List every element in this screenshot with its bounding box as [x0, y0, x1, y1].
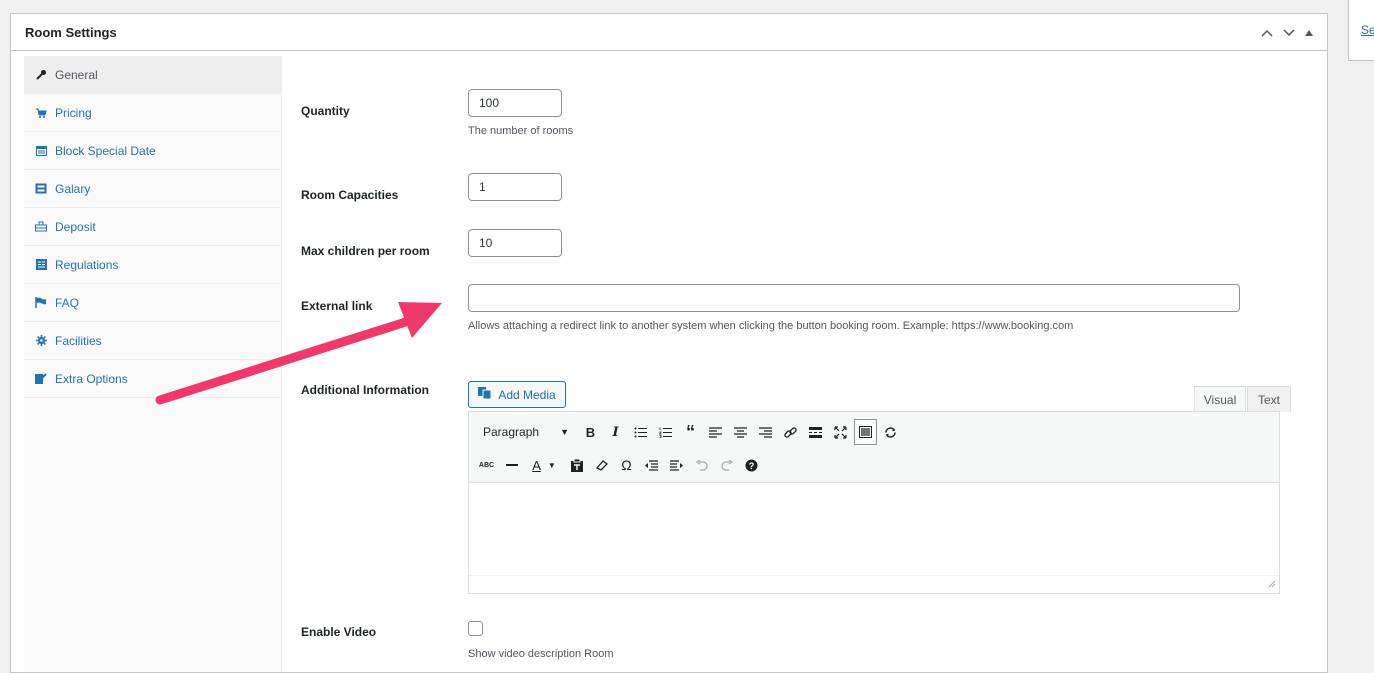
tab-block-special-date[interactable]: Block Special Date [24, 132, 281, 170]
general-settings-content: Quantity 100 The number of rooms Room Ca… [301, 52, 1327, 672]
format-select[interactable]: Paragraph ▼ [475, 419, 575, 445]
read-more-icon[interactable] [804, 419, 827, 445]
fullscreen-icon[interactable] [829, 419, 852, 445]
tab-label: Facilities [55, 333, 102, 348]
strikethrough-icon[interactable]: ABC [475, 452, 498, 478]
resize-handle-icon[interactable] [1268, 576, 1276, 591]
toolbar-toggle-icon[interactable] [854, 419, 877, 445]
room-capacities-input[interactable]: 1 [468, 173, 562, 201]
panel-header: Room Settings [11, 14, 1327, 51]
toolbar-row-2: ABC A ▼ Ω ? [475, 450, 765, 480]
align-right-icon[interactable] [754, 419, 777, 445]
undo-icon[interactable] [690, 452, 713, 478]
panel-controls [1261, 14, 1313, 51]
toolbar-row-1: Paragraph ▼ B I “ [475, 417, 904, 447]
move-up-icon[interactable] [1261, 29, 1273, 37]
special-character-icon[interactable]: Ω [615, 452, 638, 478]
tab-label: Block Special Date [55, 143, 156, 158]
gallery-icon [34, 183, 48, 194]
quantity-description: The number of rooms [468, 125, 574, 137]
editor-content-area[interactable] [469, 484, 1279, 575]
tab-label: Deposit [55, 219, 96, 234]
chevron-down-icon: ▼ [560, 427, 569, 437]
add-media-label: Add Media [498, 387, 556, 402]
side-link[interactable]: Se [1361, 23, 1374, 37]
max-children-label: Max children per room [301, 244, 430, 258]
wrench-icon [34, 69, 48, 81]
tab-label: Galary [55, 181, 91, 196]
tab-extra-options[interactable]: Extra Options [24, 360, 281, 398]
enable-video-description: Show video description Room [468, 648, 614, 660]
calendar-icon [34, 145, 48, 156]
external-link-label: External link [301, 299, 373, 313]
link-icon[interactable] [779, 419, 802, 445]
tab-label: Regulations [55, 257, 119, 272]
italic-icon[interactable]: I [604, 419, 627, 445]
tab-visual[interactable]: Visual [1194, 386, 1246, 412]
tab-deposit[interactable]: Deposit [24, 208, 281, 246]
rich-text-editor: Paragraph ▼ B I “ ABC A ▼ Ω ? [468, 411, 1280, 594]
format-select-value: Paragraph [483, 425, 540, 439]
edit-icon [34, 373, 48, 384]
external-link-input[interactable] [468, 284, 1240, 312]
tab-label: General [55, 67, 98, 82]
svg-text:?: ? [749, 461, 755, 471]
money-icon [34, 221, 48, 232]
regulations-icon [34, 259, 48, 270]
horizontal-line-icon[interactable] [500, 452, 523, 478]
room-settings-panel: Room Settings General Pricing Block Spec… [10, 13, 1328, 673]
panel-body: General Pricing Block Special Date Galar… [11, 52, 1327, 672]
enable-video-label: Enable Video [301, 625, 377, 639]
refresh-icon[interactable] [879, 419, 902, 445]
move-down-icon[interactable] [1283, 28, 1295, 37]
tab-faq[interactable]: FAQ [24, 284, 281, 322]
editor-toolbar: Paragraph ▼ B I “ ABC A ▼ Ω ? [469, 412, 1279, 483]
settings-tabs: General Pricing Block Special Date Galar… [24, 56, 282, 672]
bold-icon[interactable]: B [579, 419, 602, 445]
tab-label: FAQ [55, 295, 80, 310]
blockquote-icon[interactable]: “ [679, 419, 702, 445]
cart-icon [34, 107, 48, 119]
toggle-panel-icon[interactable] [1305, 29, 1313, 36]
tab-label: Extra Options [55, 371, 128, 386]
additional-information-label: Additional Information [301, 383, 429, 397]
redo-icon[interactable] [715, 452, 738, 478]
help-icon[interactable]: ? [740, 452, 763, 478]
tab-galary[interactable]: Galary [24, 170, 281, 208]
quantity-input[interactable]: 100 [468, 89, 562, 117]
numbered-list-icon[interactable] [654, 419, 677, 445]
enable-video-checkbox[interactable] [468, 621, 483, 636]
tab-pricing[interactable]: Pricing [24, 94, 281, 132]
text-color-icon[interactable]: A ▼ [525, 452, 563, 478]
tab-text[interactable]: Text [1247, 386, 1291, 412]
outdent-icon[interactable] [640, 452, 663, 478]
panel-title: Room Settings [25, 24, 117, 40]
add-media-button[interactable]: Add Media [468, 381, 566, 408]
room-capacities-label: Room Capacities [301, 188, 399, 202]
gear-icon [34, 335, 48, 346]
align-left-icon[interactable] [704, 419, 727, 445]
align-center-icon[interactable] [729, 419, 752, 445]
flag-icon [34, 297, 48, 308]
tab-label: Pricing [55, 105, 92, 120]
external-link-description: Allows attaching a redirect link to anot… [468, 320, 1074, 332]
editor-statusbar [469, 575, 1279, 593]
clear-formatting-icon[interactable] [590, 452, 613, 478]
media-icon [478, 387, 492, 402]
tab-facilities[interactable]: Facilities [24, 322, 281, 360]
paste-text-icon[interactable] [565, 452, 588, 478]
max-children-input[interactable]: 10 [468, 229, 562, 257]
quantity-label: Quantity [301, 104, 350, 118]
indent-icon[interactable] [665, 452, 688, 478]
tab-regulations[interactable]: Regulations [24, 246, 281, 284]
bullet-list-icon[interactable] [629, 419, 652, 445]
tab-general[interactable]: General [24, 56, 281, 94]
